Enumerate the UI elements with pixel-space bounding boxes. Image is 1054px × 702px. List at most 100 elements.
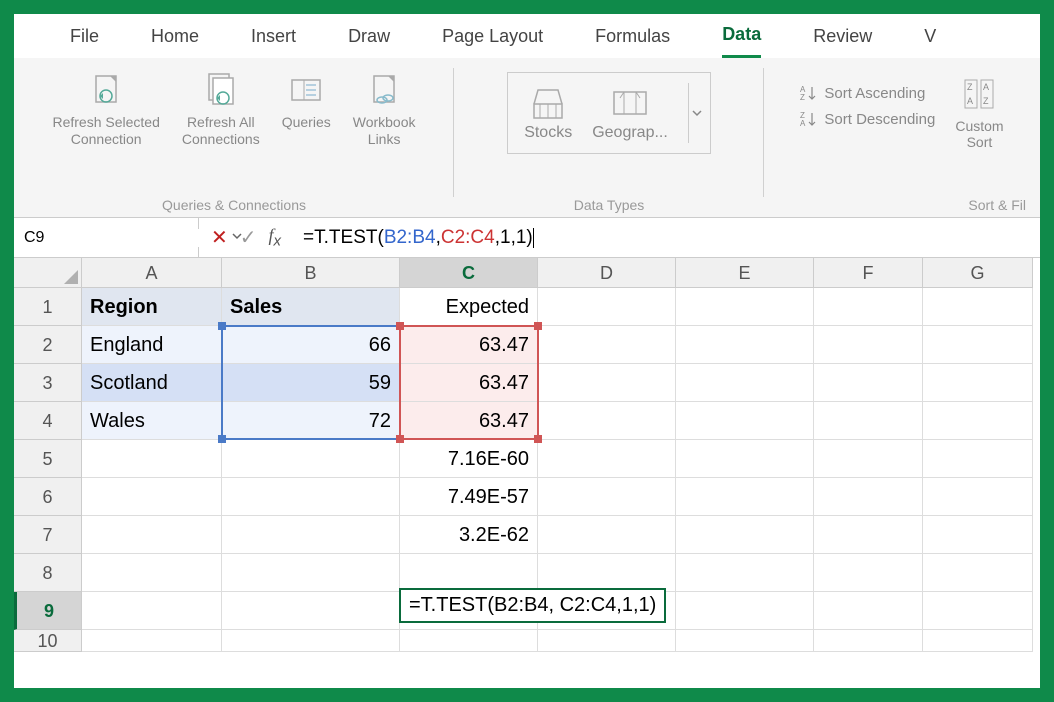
- cell-B2[interactable]: 66: [222, 326, 400, 364]
- cell-B10[interactable]: [222, 630, 400, 652]
- cell-G3[interactable]: [923, 364, 1033, 402]
- geography-button[interactable]: Geograp...: [592, 84, 668, 142]
- data-types-more[interactable]: [688, 83, 706, 143]
- cell-A8[interactable]: [82, 554, 222, 592]
- cell-D10[interactable]: [538, 630, 676, 652]
- cell-B9[interactable]: [222, 592, 400, 630]
- cell-G9[interactable]: [923, 592, 1033, 630]
- cell-G4[interactable]: [923, 402, 1033, 440]
- cell-B7[interactable]: [222, 516, 400, 554]
- cell-E6[interactable]: [676, 478, 814, 516]
- cell-B1[interactable]: Sales: [222, 288, 400, 326]
- cell-B3[interactable]: 59: [222, 364, 400, 402]
- cell-E1[interactable]: [676, 288, 814, 326]
- cell-D3[interactable]: [538, 364, 676, 402]
- cell-A10[interactable]: [82, 630, 222, 652]
- cell-D1[interactable]: [538, 288, 676, 326]
- row-header-2[interactable]: 2: [14, 326, 82, 364]
- queries-button[interactable]: Queries: [276, 66, 337, 135]
- cell-C6[interactable]: 7.49E-57: [400, 478, 538, 516]
- cell-F3[interactable]: [814, 364, 923, 402]
- name-box[interactable]: [14, 218, 199, 257]
- cell-A2[interactable]: England: [82, 326, 222, 364]
- tab-draw[interactable]: Draw: [348, 16, 390, 57]
- cell-F2[interactable]: [814, 326, 923, 364]
- col-header-B[interactable]: B: [222, 258, 400, 288]
- cell-edit-overlay[interactable]: =T.TEST(B2:B4, C2:C4,1,1): [399, 588, 666, 623]
- cell-D4[interactable]: [538, 402, 676, 440]
- formula-accept-button[interactable]: ✓: [240, 225, 257, 250]
- cell-E3[interactable]: [676, 364, 814, 402]
- cell-C7[interactable]: 3.2E-62: [400, 516, 538, 554]
- cell-A1[interactable]: Region: [82, 288, 222, 326]
- spreadsheet-grid[interactable]: A B C D E F G 1 Region Sales Expected 2 …: [14, 258, 1040, 688]
- tab-home[interactable]: Home: [151, 16, 199, 57]
- stocks-button[interactable]: Stocks: [524, 84, 572, 142]
- cell-C1[interactable]: Expected: [400, 288, 538, 326]
- row-header-6[interactable]: 6: [14, 478, 82, 516]
- cell-G10[interactable]: [923, 630, 1033, 652]
- row-header-10[interactable]: 10: [14, 630, 82, 652]
- cell-G8[interactable]: [923, 554, 1033, 592]
- cell-D2[interactable]: [538, 326, 676, 364]
- col-header-C[interactable]: C: [400, 258, 538, 288]
- row-header-9[interactable]: 9: [14, 592, 82, 630]
- col-header-F[interactable]: F: [814, 258, 923, 288]
- cell-C4[interactable]: 63.47: [400, 402, 538, 440]
- cell-G2[interactable]: [923, 326, 1033, 364]
- cell-B5[interactable]: [222, 440, 400, 478]
- cell-F9[interactable]: [814, 592, 923, 630]
- cell-F10[interactable]: [814, 630, 923, 652]
- workbook-links-button[interactable]: WorkbookLinks: [347, 66, 422, 152]
- cell-E7[interactable]: [676, 516, 814, 554]
- cell-F4[interactable]: [814, 402, 923, 440]
- cell-G5[interactable]: [923, 440, 1033, 478]
- refresh-selected-button[interactable]: Refresh SelectedConnection: [46, 66, 165, 152]
- cell-B6[interactable]: [222, 478, 400, 516]
- cell-C8[interactable]: [400, 554, 538, 592]
- cell-C5[interactable]: 7.16E-60: [400, 440, 538, 478]
- cell-D8[interactable]: [538, 554, 676, 592]
- sort-descending-button[interactable]: ZA Sort Descending: [800, 110, 935, 128]
- cell-E9[interactable]: [676, 592, 814, 630]
- insert-function-button[interactable]: fx: [269, 225, 282, 250]
- cell-F7[interactable]: [814, 516, 923, 554]
- cell-D6[interactable]: [538, 478, 676, 516]
- col-header-D[interactable]: D: [538, 258, 676, 288]
- col-header-A[interactable]: A: [82, 258, 222, 288]
- cell-E10[interactable]: [676, 630, 814, 652]
- refresh-all-button[interactable]: Refresh AllConnections: [176, 66, 266, 152]
- cell-E5[interactable]: [676, 440, 814, 478]
- cell-E8[interactable]: [676, 554, 814, 592]
- cell-C2[interactable]: 63.47: [400, 326, 538, 364]
- tab-view-partial[interactable]: V: [924, 16, 936, 57]
- formula-cancel-button[interactable]: ✕: [211, 225, 228, 250]
- cell-B8[interactable]: [222, 554, 400, 592]
- cell-A9[interactable]: [82, 592, 222, 630]
- cell-G6[interactable]: [923, 478, 1033, 516]
- cell-F6[interactable]: [814, 478, 923, 516]
- cell-D7[interactable]: [538, 516, 676, 554]
- select-all-corner[interactable]: [14, 258, 82, 288]
- cell-B4[interactable]: 72: [222, 402, 400, 440]
- tab-formulas[interactable]: Formulas: [595, 16, 670, 57]
- cell-D5[interactable]: [538, 440, 676, 478]
- row-header-7[interactable]: 7: [14, 516, 82, 554]
- row-header-8[interactable]: 8: [14, 554, 82, 592]
- cell-G1[interactable]: [923, 288, 1033, 326]
- cell-G7[interactable]: [923, 516, 1033, 554]
- cell-A4[interactable]: Wales: [82, 402, 222, 440]
- cell-A3[interactable]: Scotland: [82, 364, 222, 402]
- cell-F8[interactable]: [814, 554, 923, 592]
- row-header-1[interactable]: 1: [14, 288, 82, 326]
- row-header-4[interactable]: 4: [14, 402, 82, 440]
- cell-C3[interactable]: 63.47: [400, 364, 538, 402]
- tab-file[interactable]: File: [70, 16, 99, 57]
- cell-C10[interactable]: [400, 630, 538, 652]
- tab-insert[interactable]: Insert: [251, 16, 296, 57]
- cell-E2[interactable]: [676, 326, 814, 364]
- cell-F1[interactable]: [814, 288, 923, 326]
- col-header-G[interactable]: G: [923, 258, 1033, 288]
- cell-A7[interactable]: [82, 516, 222, 554]
- cell-A6[interactable]: [82, 478, 222, 516]
